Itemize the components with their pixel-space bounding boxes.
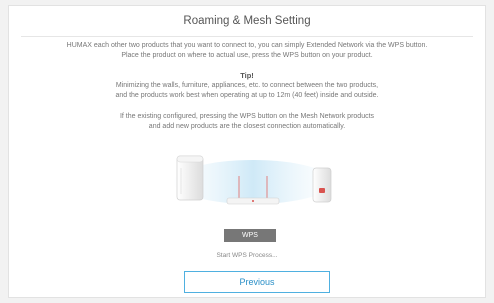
roaming-mesh-dialog: Roaming & Mesh Setting HUMAX each other … <box>8 5 486 298</box>
intro-line-2: Place the product on where to actual use… <box>121 52 373 59</box>
left-device-icon <box>176 155 204 201</box>
wps-button[interactable]: WPS <box>224 229 276 242</box>
wps-status-text: Start WPS Process... <box>216 252 278 259</box>
tip-line-2: and the products work best when operatin… <box>115 92 379 99</box>
mesh-text: If the existing configured, pressing the… <box>9 112 485 132</box>
mesh-line-1: If the existing configured, pressing the… <box>119 113 375 120</box>
previous-button[interactable]: Previous <box>184 271 330 293</box>
mesh-line-2: and add new products are the closest con… <box>148 123 346 130</box>
tip-heading: Tip! <box>240 71 254 80</box>
intro-text: HUMAX each other two products that you w… <box>9 41 485 61</box>
tip-text: Minimizing the walls, furniture, applian… <box>9 81 485 101</box>
dialog-title: Roaming & Mesh Setting <box>183 15 311 27</box>
title-divider <box>21 36 473 37</box>
right-device-icon <box>312 167 332 203</box>
intro-line-1: HUMAX each other two products that you w… <box>66 42 428 49</box>
mesh-devices-illustration <box>173 155 333 205</box>
tip-line-1: Minimizing the walls, furniture, applian… <box>115 82 379 89</box>
